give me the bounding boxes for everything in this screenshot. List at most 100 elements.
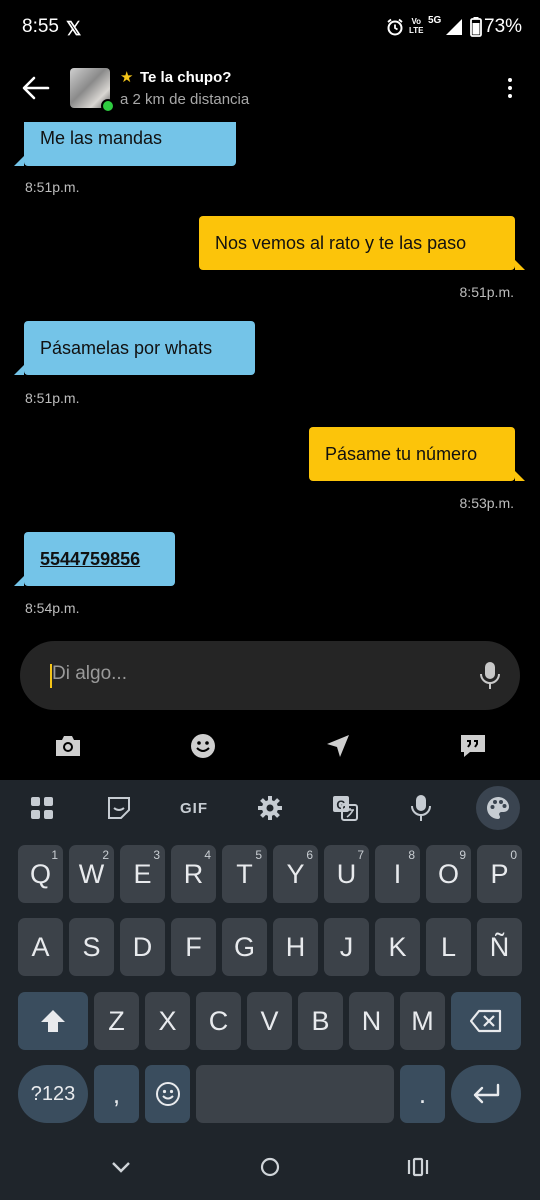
quick-replies-button[interactable]	[458, 731, 488, 761]
more-dot-icon	[508, 94, 512, 98]
key-l[interactable]: L	[426, 918, 471, 976]
key-q[interactable]: Q1	[18, 845, 63, 903]
key-enye[interactable]: Ñ	[477, 918, 522, 976]
message-time: 8:51p.m.	[25, 390, 80, 406]
key-j[interactable]: J	[324, 918, 369, 976]
key-label: O	[437, 858, 459, 889]
key-z[interactable]: Z	[94, 992, 139, 1050]
emoji-button[interactable]	[188, 731, 218, 761]
message-time: 8:51p.m.	[459, 284, 514, 300]
key-a[interactable]: A	[18, 918, 63, 976]
voice-input-button[interactable]	[478, 661, 502, 691]
bubble-tail	[515, 260, 525, 270]
camera-button[interactable]	[53, 731, 83, 761]
online-indicator	[101, 99, 115, 113]
sticker-icon	[108, 797, 130, 819]
key-hint: 7	[357, 848, 364, 862]
key-d[interactable]: D	[120, 918, 165, 976]
signal-icon	[445, 19, 463, 40]
key-label: E	[133, 858, 152, 889]
symbols-key[interactable]: ?123	[18, 1065, 88, 1123]
kbd-theme-button[interactable]	[476, 786, 520, 830]
key-t[interactable]: T5	[222, 845, 267, 903]
bubble-tail	[14, 156, 24, 166]
key-e[interactable]: E3	[120, 845, 165, 903]
kbd-sticker-button[interactable]	[104, 790, 134, 826]
volte-icon: Vo LTE	[409, 17, 424, 35]
key-label: W	[78, 858, 105, 889]
key-label: T	[236, 858, 253, 889]
battery-icon	[470, 17, 482, 42]
key-f[interactable]: F	[171, 918, 216, 976]
key-p[interactable]: P0	[477, 845, 522, 903]
key-k[interactable]: K	[375, 918, 420, 976]
kbd-translate-button[interactable]: G	[330, 790, 360, 826]
message-bubble-outgoing[interactable]: Pásame tu número	[309, 427, 515, 481]
message-bubble-incoming[interactable]: Pásamelas por whats	[24, 321, 255, 375]
key-u[interactable]: U7	[324, 845, 369, 903]
message-time: 8:53p.m.	[459, 495, 514, 511]
shift-key[interactable]	[18, 992, 88, 1050]
key-m[interactable]: M	[400, 992, 445, 1050]
more-options-button[interactable]	[500, 74, 520, 102]
key-x[interactable]: X	[145, 992, 190, 1050]
message-text: Pásamelas por whats	[40, 337, 213, 358]
nav-hide-keyboard-button[interactable]	[110, 1156, 132, 1183]
kbd-settings-button[interactable]	[255, 790, 285, 826]
backspace-key[interactable]	[451, 992, 521, 1050]
space-key[interactable]	[196, 1065, 394, 1123]
message-bubble-incoming[interactable]: 5544759856	[24, 532, 175, 586]
key-b[interactable]: B	[298, 992, 343, 1050]
message-bubble-outgoing[interactable]: Nos vemos al rato y te las paso	[199, 216, 515, 270]
key-y[interactable]: Y6	[273, 845, 318, 903]
key-hint: 4	[204, 848, 211, 862]
key-s[interactable]: S	[69, 918, 114, 976]
location-icon	[327, 735, 349, 757]
key-hint: 0	[510, 848, 517, 862]
key-label: Y	[286, 858, 305, 889]
back-button[interactable]	[20, 74, 52, 102]
message-input[interactable]: Di algo...	[52, 663, 127, 685]
phone-number-link[interactable]: 5544759856	[40, 549, 140, 570]
key-n[interactable]: N	[349, 992, 394, 1050]
key-hint: 6	[306, 848, 313, 862]
star-icon: ★	[120, 69, 134, 86]
message-text: Nos vemos al rato y te las paso	[215, 232, 467, 253]
message-bubble-incoming[interactable]: Me las mandas	[24, 122, 236, 166]
microphone-icon	[411, 795, 431, 821]
emoji-key[interactable]	[145, 1065, 190, 1123]
emoji-icon	[191, 734, 215, 758]
emoji-icon	[155, 1082, 180, 1106]
message-time: 8:51p.m.	[25, 179, 80, 195]
key-label: R	[183, 858, 204, 889]
x-app-icon: 𝕏	[66, 19, 82, 40]
key-label: U	[336, 858, 357, 889]
comma-key[interactable]: ,	[94, 1065, 139, 1123]
key-hint: 8	[408, 848, 415, 862]
kbd-voice-button[interactable]	[407, 790, 435, 826]
nav-recents-button[interactable]	[406, 1156, 430, 1183]
kbd-apps-button[interactable]	[28, 790, 56, 826]
key-r[interactable]: R4	[171, 845, 216, 903]
key-g[interactable]: G	[222, 918, 267, 976]
location-button[interactable]	[323, 731, 353, 761]
message-text: Pásame tu número	[325, 443, 478, 464]
key-h[interactable]: H	[273, 918, 318, 976]
key-c[interactable]: C	[196, 992, 241, 1050]
key-v[interactable]: V	[247, 992, 292, 1050]
period-key[interactable]: .	[400, 1065, 445, 1123]
message-time: 8:54p.m.	[25, 600, 80, 616]
nav-home-button[interactable]	[259, 1156, 281, 1183]
key-label: P	[490, 858, 509, 889]
enter-key[interactable]	[451, 1065, 521, 1123]
key-i[interactable]: I8	[375, 845, 420, 903]
key-hint: 5	[255, 848, 262, 862]
contact-name[interactable]: Te la chupo?	[140, 69, 231, 86]
battery-percent: 73%	[484, 16, 523, 37]
contact-distance: a 2 km de distancia	[120, 91, 250, 108]
key-label: I	[393, 858, 402, 889]
key-w[interactable]: W2	[69, 845, 114, 903]
kbd-gif-button[interactable]: GIF	[176, 790, 212, 826]
camera-icon	[56, 736, 80, 756]
key-o[interactable]: O9	[426, 845, 471, 903]
